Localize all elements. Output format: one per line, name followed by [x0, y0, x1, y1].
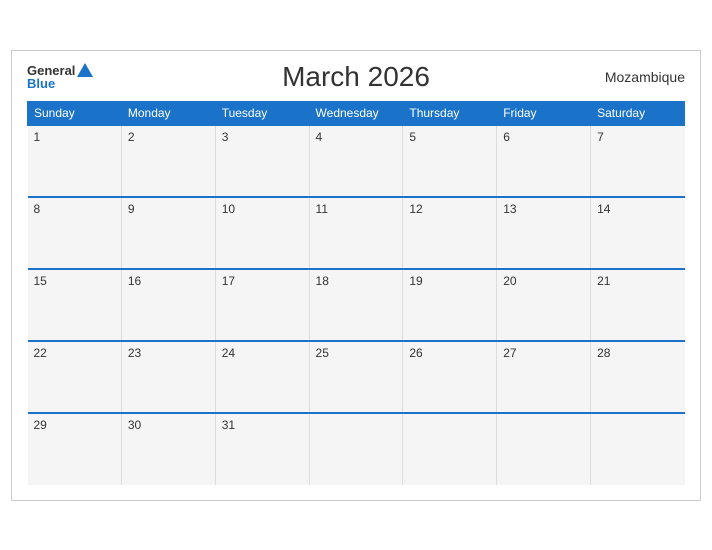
- week-row-3: 15 16 17 18 19 20 21: [28, 269, 685, 341]
- day-number: 16: [128, 274, 141, 288]
- day-number: 21: [597, 274, 610, 288]
- day-number: 17: [222, 274, 235, 288]
- day-number: 28: [597, 346, 610, 360]
- day-number: 10: [222, 202, 235, 216]
- calendar-table: SundayMondayTuesdayWednesdayThursdayFrid…: [27, 101, 685, 485]
- day-cell: 24: [215, 341, 309, 413]
- day-cell: 23: [121, 341, 215, 413]
- day-number: 13: [503, 202, 516, 216]
- day-cell: 30: [121, 413, 215, 485]
- day-number: 23: [128, 346, 141, 360]
- week-row-2: 8 9 10 11 12 13 14: [28, 197, 685, 269]
- weekday-sunday: Sunday: [28, 101, 122, 125]
- weekday-saturday: Saturday: [591, 101, 685, 125]
- day-cell: 3: [215, 125, 309, 197]
- day-number: 22: [34, 346, 47, 360]
- day-cell: 5: [403, 125, 497, 197]
- day-number: 6: [503, 130, 510, 144]
- weekday-friday: Friday: [497, 101, 591, 125]
- calendar-container: General Blue March 2026 Mozambique Sunda…: [11, 50, 701, 501]
- day-cell: 15: [28, 269, 122, 341]
- day-number: 24: [222, 346, 235, 360]
- day-number: 15: [34, 274, 47, 288]
- day-number: 7: [597, 130, 604, 144]
- day-cell: 29: [28, 413, 122, 485]
- day-cell: 12: [403, 197, 497, 269]
- day-number: 8: [34, 202, 41, 216]
- day-cell: 18: [309, 269, 403, 341]
- day-cell: 7: [591, 125, 685, 197]
- week-row-5: 29 30 31: [28, 413, 685, 485]
- day-number: 20: [503, 274, 516, 288]
- day-number: 12: [409, 202, 422, 216]
- day-cell: [591, 413, 685, 485]
- day-cell: 14: [591, 197, 685, 269]
- day-number: 14: [597, 202, 610, 216]
- day-number: 25: [316, 346, 329, 360]
- logo: General Blue: [27, 63, 93, 90]
- day-cell: 16: [121, 269, 215, 341]
- day-cell: 21: [591, 269, 685, 341]
- day-cell: 22: [28, 341, 122, 413]
- day-cell: [403, 413, 497, 485]
- day-number: 18: [316, 274, 329, 288]
- day-cell: 1: [28, 125, 122, 197]
- day-cell: 9: [121, 197, 215, 269]
- day-cell: [309, 413, 403, 485]
- day-number: 9: [128, 202, 135, 216]
- day-cell: 8: [28, 197, 122, 269]
- day-number: 2: [128, 130, 135, 144]
- weekday-header-row: SundayMondayTuesdayWednesdayThursdayFrid…: [28, 101, 685, 125]
- weekday-wednesday: Wednesday: [309, 101, 403, 125]
- day-cell: 6: [497, 125, 591, 197]
- calendar-header: General Blue March 2026 Mozambique: [27, 61, 685, 93]
- day-cell: 31: [215, 413, 309, 485]
- day-cell: 19: [403, 269, 497, 341]
- day-number: 31: [222, 418, 235, 432]
- day-number: 27: [503, 346, 516, 360]
- day-number: 5: [409, 130, 416, 144]
- calendar-title: March 2026: [282, 61, 430, 93]
- weekday-thursday: Thursday: [403, 101, 497, 125]
- day-cell: 10: [215, 197, 309, 269]
- week-row-1: 1 2 3 4 5 6 7: [28, 125, 685, 197]
- day-number: 19: [409, 274, 422, 288]
- week-row-4: 22 23 24 25 26 27 28: [28, 341, 685, 413]
- logo-blue-text: Blue: [27, 77, 55, 90]
- day-cell: 17: [215, 269, 309, 341]
- day-cell: 13: [497, 197, 591, 269]
- day-cell: 26: [403, 341, 497, 413]
- day-number: 30: [128, 418, 141, 432]
- day-cell: 20: [497, 269, 591, 341]
- day-cell: 25: [309, 341, 403, 413]
- day-number: 3: [222, 130, 229, 144]
- day-cell: [497, 413, 591, 485]
- day-number: 4: [316, 130, 323, 144]
- day-cell: 2: [121, 125, 215, 197]
- day-cell: 4: [309, 125, 403, 197]
- logo-triangle-icon: [77, 63, 93, 77]
- logo-general-text: General: [27, 64, 75, 77]
- day-cell: 28: [591, 341, 685, 413]
- day-number: 11: [316, 202, 328, 216]
- country-label: Mozambique: [605, 69, 685, 85]
- weekday-tuesday: Tuesday: [215, 101, 309, 125]
- day-number: 1: [34, 130, 41, 144]
- day-cell: 27: [497, 341, 591, 413]
- day-cell: 11: [309, 197, 403, 269]
- day-number: 26: [409, 346, 422, 360]
- day-number: 29: [34, 418, 47, 432]
- weekday-monday: Monday: [121, 101, 215, 125]
